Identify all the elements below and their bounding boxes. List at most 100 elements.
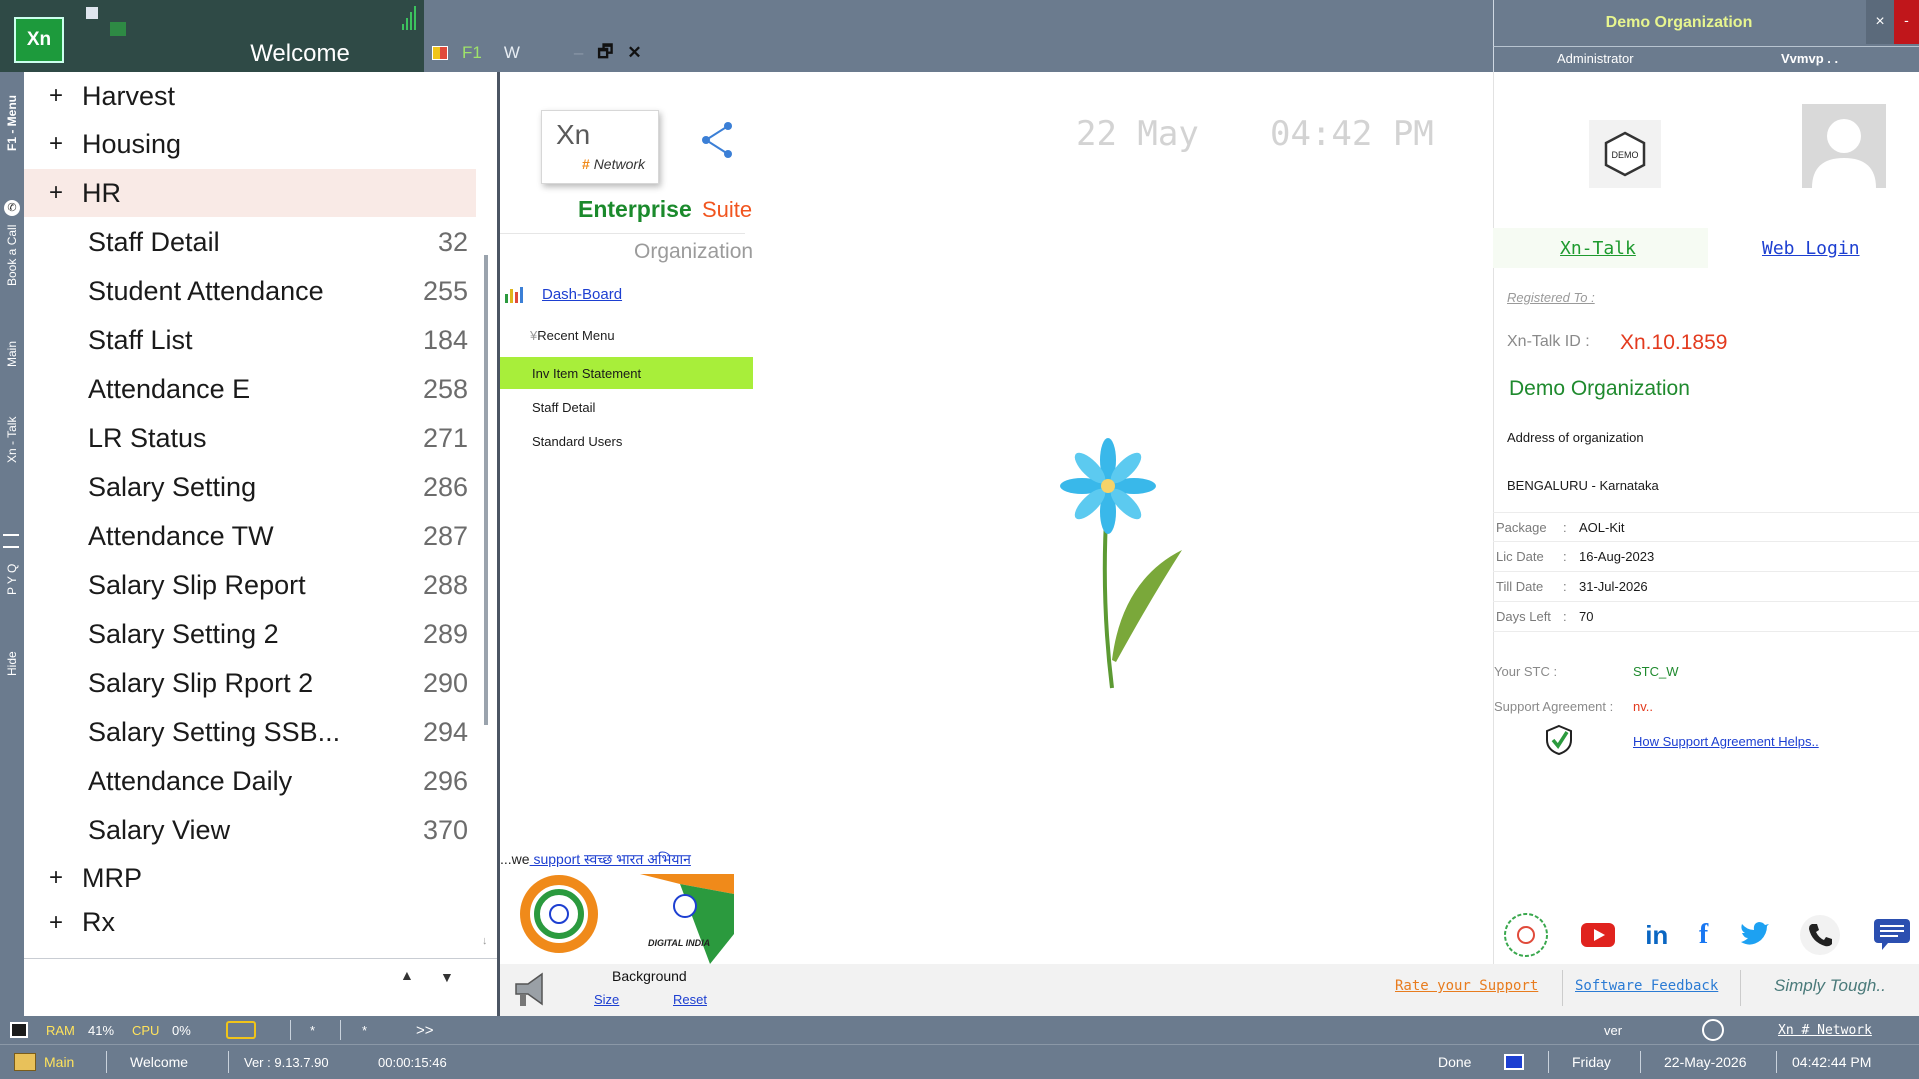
menu-item[interactable]: Salary Setting SSB... 294 — [24, 708, 476, 756]
info-colon: : — [1563, 549, 1567, 564]
share-icon[interactable] — [700, 120, 736, 160]
user-name[interactable]: Vvmvp . . — [1781, 51, 1838, 66]
recent-item[interactable]: Standard Users — [500, 425, 753, 457]
megaphone-icon[interactable] — [508, 966, 554, 1012]
support-agreement-label: Support Agreement : — [1494, 699, 1614, 714]
expand-icon[interactable]: + — [38, 130, 74, 158]
scroll-down-icon[interactable]: ↓ — [482, 935, 488, 947]
tab-hide[interactable]: Hide — [0, 644, 24, 684]
info-colon: : — [1563, 519, 1567, 535]
card-network: # Network — [582, 156, 645, 172]
gst-enabled-icon[interactable] — [1502, 911, 1550, 959]
menu-item[interactable]: Attendance TW 287 — [24, 512, 476, 560]
main-label[interactable]: Main — [44, 1045, 74, 1079]
menu-item[interactable]: Attendance E 258 — [24, 365, 476, 413]
version-status: Ver : 9.13.7.90 — [244, 1054, 329, 1070]
minimize-button[interactable]: – — [574, 43, 583, 63]
menu-item-number: 289 — [422, 618, 468, 649]
menu-item-number: 288 — [422, 569, 468, 600]
web-login-link[interactable]: Web Login — [1762, 238, 1860, 259]
xn-logo[interactable]: Xn — [14, 17, 64, 63]
menu-group-harvest[interactable]: + Harvest — [24, 72, 476, 120]
info-key: Package — [1496, 519, 1547, 535]
support-help-link[interactable]: How Support Agreement Helps.. — [1633, 734, 1819, 749]
close-window-button[interactable]: ✕ — [627, 43, 641, 63]
menu-item[interactable]: Staff List 184 — [24, 316, 476, 364]
software-feedback-link[interactable]: Software Feedback — [1575, 978, 1718, 994]
menu-item[interactable]: Salary Setting 2 289 — [24, 610, 476, 658]
info-value: 70 — [1579, 609, 1594, 624]
info-colon: : — [1563, 609, 1567, 624]
chat-icon[interactable] — [1872, 915, 1912, 955]
digital-india-text: DIGITAL INDIA — [648, 938, 710, 948]
tab-f1-menu[interactable]: F1 - Menu — [0, 82, 24, 164]
menu-item-label: Staff Detail — [88, 226, 220, 257]
youtube-icon[interactable] — [1580, 923, 1615, 947]
scroll-up-arrow-icon[interactable]: ▲ — [400, 967, 414, 983]
menu-item[interactable]: Salary Slip Rport 2 290 — [24, 659, 476, 707]
menu-item[interactable]: Student Attendance 255 — [24, 267, 476, 315]
menu-footer: ▲ ▼ — [24, 958, 498, 1016]
monitor-icon[interactable] — [1504, 1045, 1524, 1079]
mic-icon[interactable] — [10, 1016, 28, 1044]
info-value: 31-Jul-2026 — [1579, 579, 1648, 594]
menu-group-hr[interactable]: + HR — [24, 169, 476, 217]
expand-icon[interactable]: + — [38, 903, 74, 933]
xn-network-link[interactable]: Xn # Network — [1778, 1016, 1872, 1044]
mail-icon[interactable] — [226, 1016, 256, 1044]
twitter-icon[interactable] — [1739, 922, 1769, 948]
menu-item-number: 271 — [422, 422, 468, 453]
minimize-red-button[interactable]: - — [1894, 0, 1919, 44]
linkedin-icon[interactable]: in — [1645, 920, 1668, 951]
menu-group-rx[interactable]: + Rx — [24, 903, 476, 933]
menu-group-housing[interactable]: + Housing — [24, 120, 476, 168]
tab-book-a-call[interactable]: Book a Call — [0, 220, 24, 290]
background-reset-link[interactable]: Reset — [673, 992, 707, 1007]
xn-talk-link[interactable]: Xn-Talk — [1560, 238, 1636, 259]
menu-item[interactable]: LR Status 271 — [24, 414, 476, 462]
user-role: Administrator — [1557, 51, 1634, 66]
more-button[interactable]: >> — [416, 1016, 434, 1044]
expand-icon[interactable]: + — [38, 82, 74, 110]
phone-call-icon[interactable] — [1799, 914, 1841, 956]
recent-item[interactable]: Staff Detail — [500, 391, 753, 423]
swachh-link[interactable]: support स्वच्छ भारत अभियान — [530, 851, 690, 867]
tab-xn-talk[interactable]: Xn - Talk — [0, 410, 24, 470]
menu-item[interactable]: Staff Detail 32 — [24, 218, 476, 266]
org-address: Address of organization — [1507, 430, 1644, 445]
recent-menu-header: ¥Recent Menu — [530, 328, 615, 343]
menu-item-label: Staff List — [88, 324, 193, 355]
card-xn: Xn — [556, 119, 591, 150]
menu-scrollbar[interactable] — [484, 255, 488, 725]
menu-item[interactable]: Salary Setting 286 — [24, 463, 476, 511]
menu-item[interactable]: Salary Slip Report 288 — [24, 561, 476, 609]
info-row: Package: AOL-Kit — [1493, 512, 1919, 542]
facebook-icon[interactable]: f — [1699, 919, 1708, 951]
close-button[interactable]: × — [1866, 0, 1894, 44]
expand-icon[interactable]: + — [38, 179, 74, 207]
tab-pyq[interactable]: P Y Q — [0, 554, 24, 604]
menu-item-label: Salary View — [88, 814, 231, 845]
grid-icon[interactable] — [432, 46, 448, 60]
menu-item[interactable]: Attendance Daily 296 — [24, 757, 476, 805]
scroll-down-arrow-icon[interactable]: ▼ — [440, 969, 454, 985]
menu-item-label: Salary Setting — [88, 471, 257, 502]
background-size-link[interactable]: Size — [594, 992, 619, 1007]
rate-support-link[interactable]: Rate your Support — [1395, 978, 1538, 994]
globe-icon[interactable] — [1702, 1016, 1724, 1044]
expand-icon[interactable]: + — [38, 864, 74, 892]
main-folder-icon[interactable] — [14, 1045, 36, 1079]
info-row: Till Date:31-Jul-2026 — [1493, 572, 1919, 602]
menu-item[interactable]: Salary View 370 — [24, 806, 476, 854]
menu-item-number: 258 — [422, 373, 468, 404]
recent-item[interactable]: Inv Item Statement — [500, 357, 753, 389]
restore-button[interactable]: 🗗 — [597, 39, 613, 68]
w-button[interactable]: W — [504, 43, 520, 63]
enterprise-label: Enterprise — [578, 196, 692, 222]
f1-button[interactable]: F1 — [462, 43, 482, 63]
xn-talk-id-label: Xn-Talk ID : — [1507, 333, 1590, 350]
tab-main[interactable]: Main — [0, 334, 24, 374]
menu-group-mrp[interactable]: + MRP — [24, 854, 476, 902]
dashboard-link[interactable]: Dash-Board — [542, 286, 622, 303]
avatar[interactable] — [1802, 104, 1886, 188]
